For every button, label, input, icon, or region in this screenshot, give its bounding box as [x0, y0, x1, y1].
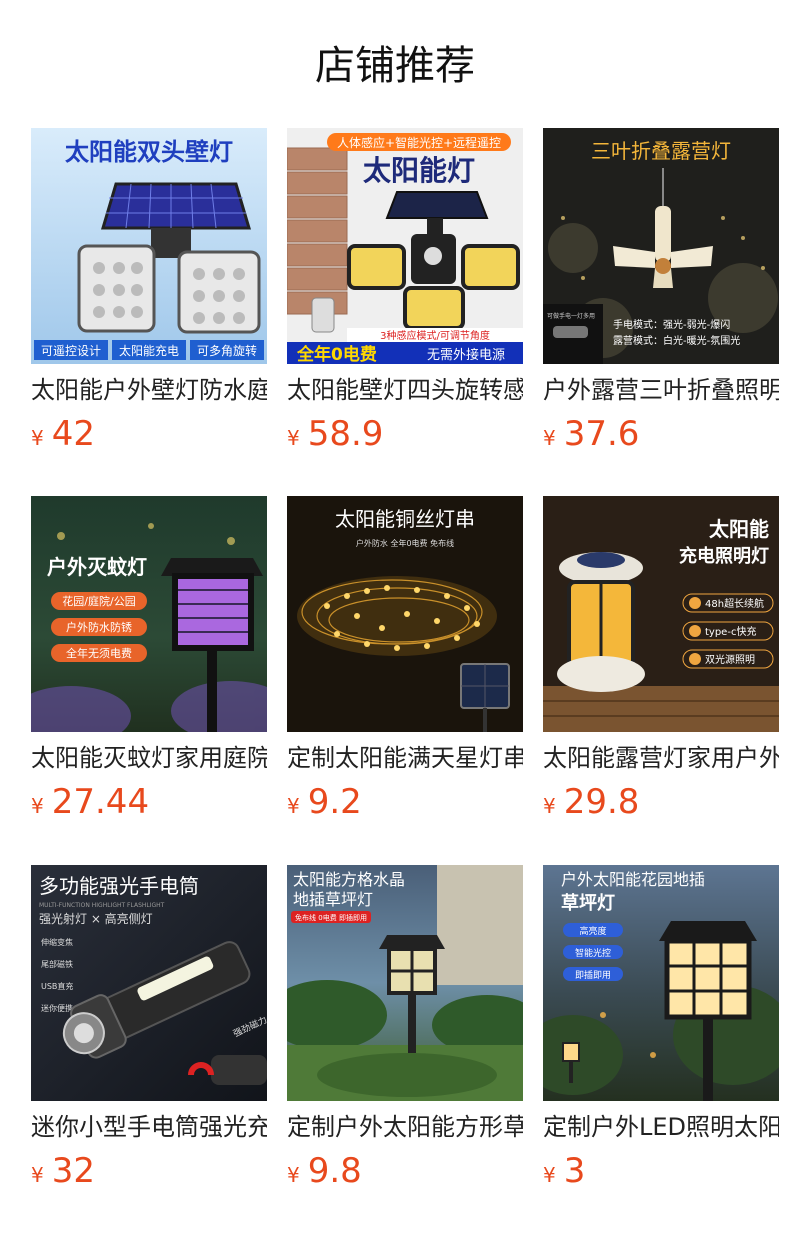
flashlight-photo: 多功能强光手电筒 MULTI-FUNCTION HIGHLIGHT FLASHL…: [31, 865, 267, 1101]
image-caption: 可做手电一灯多用: [547, 312, 595, 320]
product-image[interactable]: 太阳能铜丝灯串 户外防水 全年0电费 免布线: [287, 496, 523, 732]
image-headline: 充电照明灯: [679, 545, 769, 567]
product-name[interactable]: 定制户外太阳能方形草坪灯: [287, 1109, 523, 1145]
image-headline: 多功能强光手电筒: [39, 874, 199, 898]
image-tag: 48h超长续航: [705, 597, 764, 610]
product-price: ¥9.2: [287, 780, 523, 824]
product-price: ¥29.8: [543, 780, 779, 824]
image-headline: 地插草坪灯: [293, 890, 373, 909]
price-value: 3: [563, 1151, 586, 1191]
image-caption: 手电模式：强光-弱光-爆闪: [613, 318, 730, 331]
image-tag: 免布线 0电费 即插即用: [295, 913, 367, 922]
price-value: 58.9: [307, 414, 384, 454]
product-image[interactable]: 多功能强光手电筒 MULTI-FUNCTION HIGHLIGHT FLASHL…: [31, 865, 267, 1101]
product-name[interactable]: 太阳能灭蚊灯家用庭院灯: [31, 740, 267, 776]
currency-symbol: ¥: [287, 426, 300, 450]
product-image[interactable]: 太阳能双头壁灯 可遥控设计 太阳能充电 可多角旋转: [31, 128, 267, 364]
product-name[interactable]: 迷你小型手电筒强光充电: [31, 1109, 267, 1145]
price-value: 42: [51, 414, 95, 454]
product-image[interactable]: 太阳能方格水晶 地插草坪灯 免布线 0电费 即插即用: [287, 865, 523, 1101]
currency-symbol: ¥: [31, 1163, 44, 1187]
product-name[interactable]: 太阳能露营灯家用户外灯: [543, 740, 779, 776]
product-price: ¥42: [31, 412, 267, 456]
image-tag: 高亮度: [579, 925, 606, 937]
currency-symbol: ¥: [31, 794, 44, 818]
currency-symbol: ¥: [543, 1163, 556, 1187]
image-tag: 可多角旋转: [197, 343, 257, 358]
image-tag: 智能光控: [575, 947, 611, 959]
product-price: ¥58.9: [287, 412, 523, 456]
lawn-light-photo: 太阳能方格水晶 地插草坪灯 免布线 0电费 即插即用: [287, 865, 523, 1101]
image-tag: 户外防水防锈: [66, 620, 132, 634]
price-value: 9.8: [307, 1151, 362, 1191]
product-price: ¥27.44: [31, 780, 267, 824]
image-caption: 露营模式：白光-暖光-氛围光: [613, 334, 740, 347]
product-image[interactable]: 三叶折叠露营灯 可做手电一灯多用 手电模式：强光-弱光-爆闪 露营模式：白光-暖…: [543, 128, 779, 364]
image-headline: 户外灭蚊灯: [47, 555, 147, 579]
product-image[interactable]: 户外灭蚊灯 花园/庭院/公园 户外防水防锈 全年无须电费: [31, 496, 267, 732]
product-price: ¥37.6: [543, 412, 779, 456]
product-name[interactable]: 户外露营三叶折叠照明灯: [543, 372, 779, 408]
currency-symbol: ¥: [287, 1163, 300, 1187]
image-tag: 花园/庭院/公园: [62, 594, 135, 608]
image-tag: 3种感应模式/可调节角度: [380, 329, 490, 342]
image-caption: 强光射灯 × 高亮侧灯: [39, 911, 153, 926]
image-tag: 可遥控设计: [41, 344, 101, 358]
image-caption: 伸缩变焦: [41, 937, 73, 947]
currency-symbol: ¥: [543, 426, 556, 450]
image-tag: 人体感应+智能光控+远程遥控: [337, 135, 501, 150]
image-caption: 迷你便携: [41, 1003, 73, 1013]
product-image[interactable]: 太阳能 充电照明灯 48h超长续航 type-c快充 双光源照明: [543, 496, 779, 732]
image-headline: 太阳能方格水晶: [293, 870, 405, 889]
currency-symbol: ¥: [31, 426, 44, 450]
image-tag: 全年0电费: [296, 344, 377, 364]
product-price: ¥3: [543, 1149, 779, 1193]
mosquito-lamp-photo: 户外灭蚊灯 花园/庭院/公园 户外防水防锈 全年无须电费: [31, 496, 267, 732]
image-tag: 太阳能充电: [119, 343, 179, 358]
product-name[interactable]: 定制户外LED照明太阳能灯: [543, 1109, 779, 1145]
price-value: 32: [51, 1151, 95, 1191]
garden-stake-light-photo: 户外太阳能花园地插 草坪灯 高亮度 智能光控 即插即用: [543, 865, 779, 1101]
product-name[interactable]: 太阳能户外壁灯防水庭院灯: [31, 372, 267, 408]
solar-wall-light-photo: 太阳能双头壁灯 可遥控设计 太阳能充电 可多角旋转: [31, 128, 267, 364]
string-lights-photo: 太阳能铜丝灯串 户外防水 全年0电费 免布线: [287, 496, 523, 732]
product-price: ¥9.8: [287, 1149, 523, 1193]
image-headline: 户外太阳能花园地插: [561, 870, 705, 889]
image-caption: 户外防水 全年0电费 免布线: [356, 538, 454, 548]
price-value: 27.44: [51, 782, 150, 822]
image-headline: 三叶折叠露营灯: [591, 139, 731, 163]
image-tag: 双光源照明: [705, 653, 755, 666]
image-tag: 无需外接电源: [427, 347, 505, 363]
product-name[interactable]: 定制太阳能满天星灯串: [287, 740, 523, 776]
image-headline: 草坪灯: [561, 892, 615, 914]
image-tag: type-c快充: [705, 625, 756, 638]
price-value: 29.8: [563, 782, 640, 822]
image-tag: 全年无须电费: [66, 646, 132, 660]
product-price: ¥32: [31, 1149, 267, 1193]
currency-symbol: ¥: [287, 794, 300, 818]
product-image[interactable]: 人体感应+智能光控+远程遥控 太阳能灯 3种感应模式/可调节角度 全年0电费 无…: [287, 128, 523, 364]
camping-light-photo: 三叶折叠露营灯 可做手电一灯多用 手电模式：强光-弱光-爆闪 露营模式：白光-暖…: [543, 128, 779, 364]
image-caption: 尾部磁铁: [41, 959, 73, 969]
price-value: 37.6: [563, 414, 640, 454]
currency-symbol: ¥: [543, 794, 556, 818]
solar-lantern-photo: 太阳能 充电照明灯 48h超长续航 type-c快充 双光源照明: [543, 496, 779, 732]
image-headline: 太阳能灯: [363, 154, 475, 187]
product-image[interactable]: 户外太阳能花园地插 草坪灯 高亮度 智能光控 即插即用: [543, 865, 779, 1101]
image-headline: 太阳能双头壁灯: [65, 138, 233, 166]
product-grid: 太阳能双头壁灯 可遥控设计 太阳能充电 可多角旋转 太阳能户外壁灯防水庭 ¥ 4…: [0, 0, 790, 1234]
image-headline: 太阳能铜丝灯串: [335, 507, 475, 531]
image-tag: 即插即用: [575, 969, 611, 981]
product-name[interactable]: 太阳能壁灯四头旋转感应灯: [287, 372, 523, 408]
price-value: 9.2: [307, 782, 362, 822]
image-caption: MULTI-FUNCTION HIGHLIGHT FLASHLIGHT: [39, 902, 165, 909]
image-caption: USB直充: [41, 981, 73, 991]
image-headline: 太阳能: [709, 517, 769, 541]
solar-sensor-light-photo: 人体感应+智能光控+远程遥控 太阳能灯 3种感应模式/可调节角度 全年0电费 无…: [287, 128, 523, 364]
